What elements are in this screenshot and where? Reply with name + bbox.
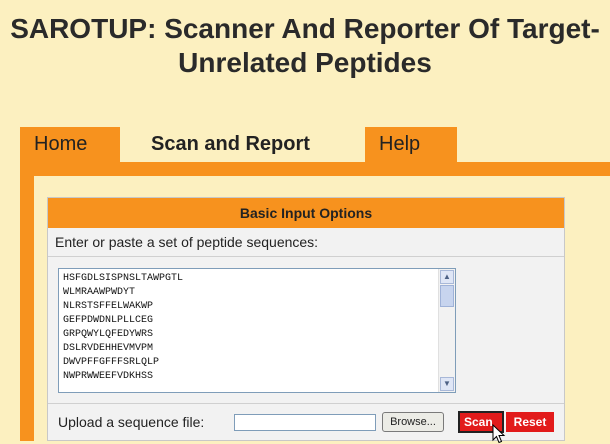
tab-bar: Home Scan and Report Help (0, 127, 610, 162)
panel-header: Basic Input Options (48, 198, 564, 228)
browse-button[interactable]: Browse... (382, 412, 444, 432)
sequence-line: WLMRAAWPWDYT (63, 287, 136, 298)
vertical-scrollbar[interactable]: ▲ ▼ (438, 269, 455, 392)
file-path-input[interactable] (234, 414, 376, 431)
tab-home[interactable]: Home (20, 127, 120, 162)
reset-button[interactable]: Reset (506, 412, 554, 432)
scroll-up-arrow-icon[interactable]: ▲ (440, 270, 454, 284)
scrollbar-thumb[interactable] (440, 285, 454, 307)
tab-help[interactable]: Help (365, 127, 457, 162)
sequence-prompt: Enter or paste a set of peptide sequence… (48, 228, 564, 257)
sequence-line: DWVPFFGFFFSRLQLP (63, 357, 160, 368)
upload-label: Upload a sequence file: (58, 414, 205, 430)
page-title: SAROTUP: Scanner And Reporter Of Target-… (10, 13, 600, 78)
tab-scan-and-report[interactable]: Scan and Report (131, 127, 356, 162)
scroll-down-arrow-icon[interactable]: ▼ (440, 377, 454, 391)
sequence-line: NLRSTSFFELWAKWP (63, 301, 154, 312)
sequence-line: DSLRVDEHHEVMVPM (63, 343, 154, 354)
basic-input-panel: Basic Input Options Enter or paste a set… (47, 197, 565, 444)
sequence-textarea[interactable]: HSFGDLSISPNSLTAWPGTL WLMRAAWPWDYT NLRSTS… (58, 268, 456, 393)
sequence-line: GRPQWYLQFEDYWRS (63, 329, 154, 340)
sequence-line: GEFPDWDNLPLLCEG (63, 315, 154, 326)
sequence-line: NWPRWWEEFVDKHSS (63, 371, 154, 382)
upload-row: Upload a sequence file: Browse... Scan R… (48, 403, 564, 444)
sequence-lines: HSFGDLSISPNSLTAWPGTL WLMRAAWPWDYT NLRSTS… (63, 272, 183, 384)
mouse-pointer-icon (492, 424, 506, 444)
sequence-line: HSFGDLSISPNSLTAWPGTL (63, 273, 184, 284)
